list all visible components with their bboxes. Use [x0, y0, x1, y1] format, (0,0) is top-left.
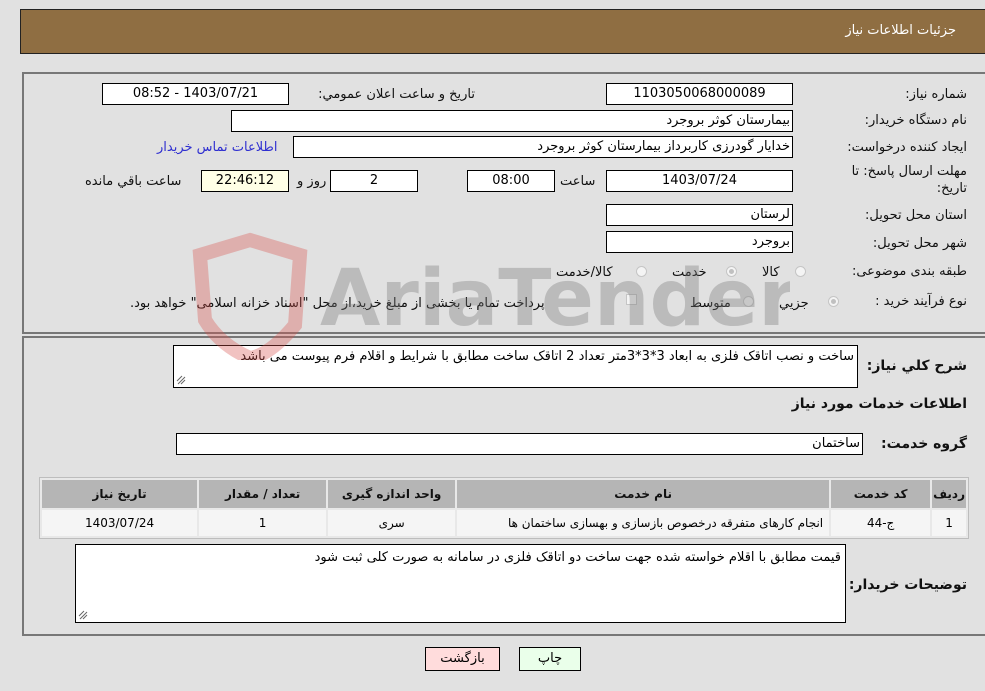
summary-text: ساخت و نصب اتاقک فلزی به ابعاد 3*3*3متر … — [240, 349, 854, 364]
treasury-checkbox[interactable] — [626, 294, 637, 305]
treasury-note: پرداخت تمام یا بخشی از مبلغ خرید،از محل … — [130, 296, 545, 311]
remaining-days-field: 2 — [330, 170, 418, 192]
col-service-code: کد خدمت — [831, 480, 931, 508]
category-radio-goods-service[interactable] — [636, 266, 647, 277]
process-option-minor: جزيي — [779, 296, 809, 311]
table-header-row: ردیف کد خدمت نام خدمت واحد اندازه گیری ت… — [42, 480, 966, 508]
city-field: بروجرد — [606, 231, 793, 253]
deadline-time-field: 08:00 — [467, 170, 555, 192]
col-quantity: تعداد / مقدار — [199, 480, 327, 508]
category-radio-service[interactable] — [726, 266, 737, 277]
col-service-name: نام خدمت — [457, 480, 830, 508]
category-option-service: خدمت — [672, 265, 707, 280]
cell-need-date: 1403/07/24 — [42, 510, 198, 536]
services-table: ردیف کد خدمت نام خدمت واحد اندازه گیری ت… — [39, 477, 969, 539]
buyer-contact-link[interactable]: اطلاعات تماس خریدار — [157, 140, 277, 155]
category-option-goods: کالا — [762, 265, 780, 280]
city-label: شهر محل تحویل: — [872, 236, 967, 251]
resize-grip-icon[interactable] — [78, 610, 88, 620]
province-field: لرستان — [606, 204, 793, 226]
back-button[interactable]: بازگشت — [425, 647, 500, 671]
category-option-goods-service: کالا/خدمت — [556, 265, 613, 280]
cell-quantity: 1 — [199, 510, 327, 536]
buyer-notes-label: توضیحات خریدار: — [848, 577, 967, 593]
print-button[interactable]: چاپ — [519, 647, 581, 671]
table-row: 1 ج-44 انجام کارهای متفرقه درخصوص بازساز… — [42, 510, 966, 536]
province-label: استان محل تحویل: — [865, 208, 967, 223]
category-radio-goods[interactable] — [795, 266, 806, 277]
resize-grip-icon[interactable] — [176, 375, 186, 385]
announce-datetime-field: 1403/07/21 - 08:52 — [102, 83, 289, 105]
process-radio-minor[interactable] — [828, 296, 839, 307]
deadline-date-field: 1403/07/24 — [606, 170, 793, 192]
process-label: نوع فرآیند خرید : — [875, 294, 967, 309]
deadline-label: مهلت ارسال پاسخ: تا تاریخ: — [851, 164, 967, 196]
need-number-label: شماره نیاز: — [905, 87, 967, 102]
service-group-label: گروه خدمت: — [881, 436, 967, 452]
buyer-notes-textarea[interactable]: قیمت مطابق با اقلام خواسته شده جهت ساخت … — [75, 544, 846, 623]
category-label: طبقه بندی موضوعی: — [851, 264, 967, 279]
cell-unit: سری — [328, 510, 456, 536]
col-row-number: ردیف — [932, 480, 966, 508]
page-header: جزئيات اطلاعات نياز — [20, 9, 985, 54]
process-option-medium: متوسط — [690, 296, 731, 311]
col-need-date: تاریخ نیاز — [42, 480, 198, 508]
cell-row-number: 1 — [932, 510, 966, 536]
process-radio-medium[interactable] — [743, 296, 754, 307]
services-section-title: اطلاعات خدمات مورد نياز — [791, 396, 967, 412]
buyer-notes-text: قیمت مطابق با اقلام خواسته شده جهت ساخت … — [314, 550, 841, 565]
service-group-field: ساختمان — [176, 433, 863, 455]
cell-service-name: انجام کارهای متفرقه درخصوص بازسازی و بهس… — [457, 510, 830, 536]
requester-field: خدایار گودرزی کاربرداز بیمارستان کوثر بر… — [293, 136, 793, 158]
summary-label: شرح كلي نياز: — [866, 358, 967, 374]
buyer-org-label: نام دستگاه خریدار: — [864, 113, 967, 128]
cell-service-code: ج-44 — [831, 510, 931, 536]
days-label: روز و — [297, 174, 327, 189]
deadline-time-label: ساعت — [560, 174, 596, 189]
remaining-time-field: 22:46:12 — [201, 170, 289, 192]
requester-label: ایجاد کننده درخواست: — [847, 140, 967, 155]
buyer-org-field: بیمارستان کوثر بروجرد — [231, 110, 793, 132]
remaining-label: ساعت باقي مانده — [85, 174, 182, 189]
need-number-field: 1103050068000089 — [606, 83, 793, 105]
summary-textarea[interactable]: ساخت و نصب اتاقک فلزی به ابعاد 3*3*3متر … — [173, 345, 858, 388]
page-title: جزئيات اطلاعات نياز — [845, 23, 956, 38]
announce-label: تاریخ و ساعت اعلان عمومي: — [318, 87, 475, 102]
col-unit: واحد اندازه گیری — [328, 480, 456, 508]
